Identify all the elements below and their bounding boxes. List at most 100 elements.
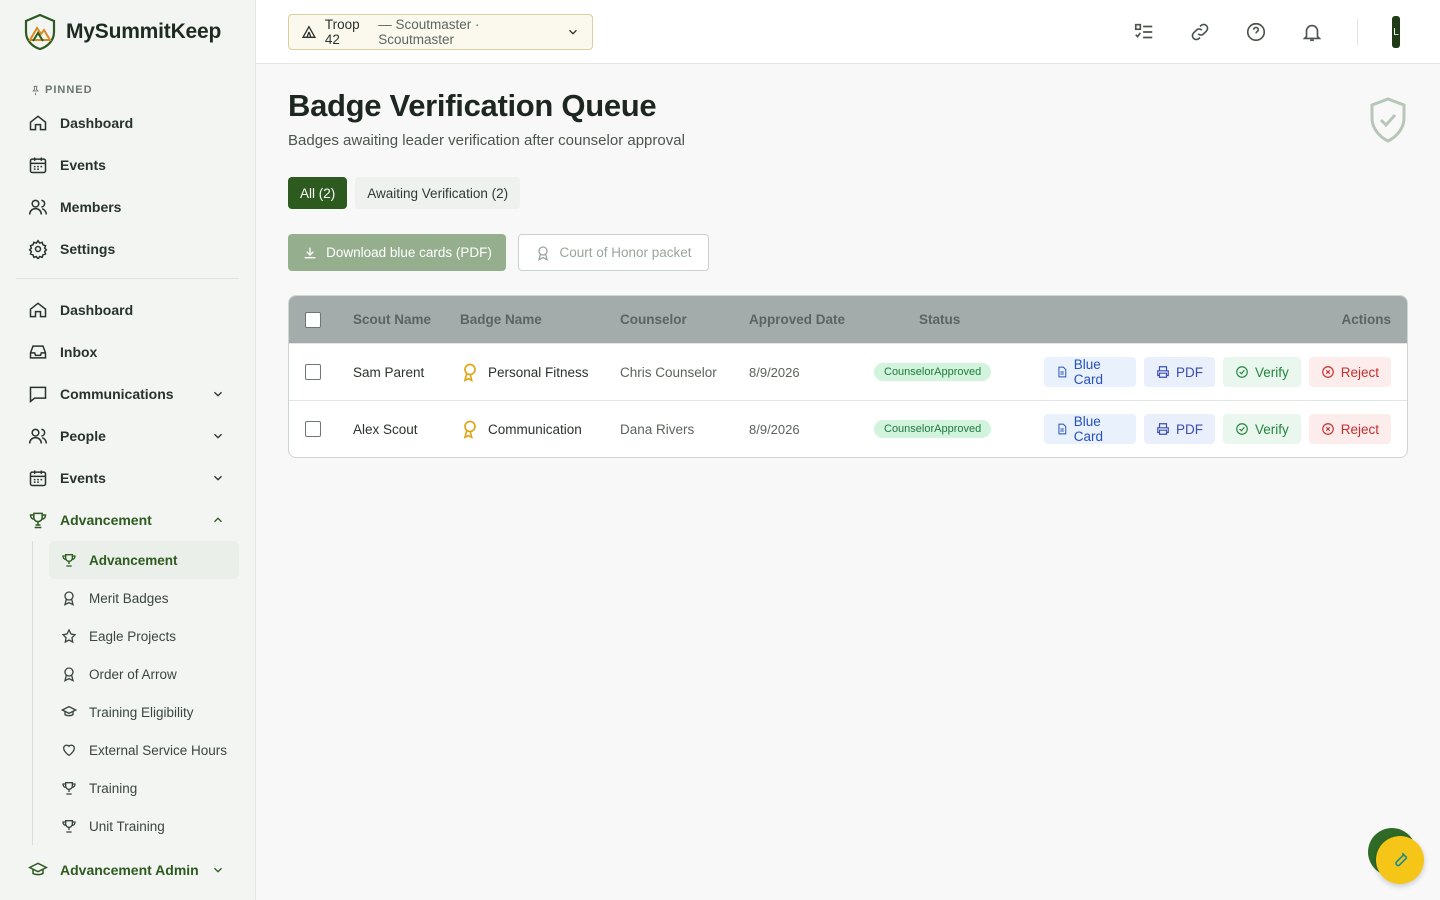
award-icon bbox=[463, 363, 476, 382]
row-actions: Blue Card PDF Verify Reject bbox=[1044, 357, 1407, 387]
topbar-separator bbox=[1357, 19, 1358, 45]
blue-card-button[interactable]: Blue Card bbox=[1044, 357, 1136, 387]
brand[interactable]: MySummitKeep bbox=[0, 0, 255, 64]
sidebar-divider bbox=[16, 278, 239, 279]
document-icon bbox=[1058, 423, 1067, 435]
verification-table: Scout Name Badge Name Counselor Approved… bbox=[288, 295, 1408, 458]
reject-button[interactable]: Reject bbox=[1308, 414, 1391, 444]
blue-card-button[interactable]: Blue Card bbox=[1044, 414, 1136, 444]
subnav-item-training[interactable]: Training bbox=[49, 769, 255, 807]
pinned-section-label: PINNED bbox=[0, 64, 255, 102]
tab-awaiting-verification[interactable]: Awaiting Verification (2) bbox=[355, 177, 521, 209]
pin-icon bbox=[32, 85, 39, 95]
court-of-honor-button[interactable]: Court of Honor packet bbox=[518, 234, 709, 271]
advancement-subnav: Advancement Merit Badges Eagle Projects … bbox=[32, 541, 255, 845]
subnav-item-advancement[interactable]: Advancement bbox=[49, 541, 239, 579]
row-checkbox[interactable] bbox=[305, 421, 321, 437]
pdf-button[interactable]: PDF bbox=[1143, 357, 1215, 387]
sidebar: MySummitKeep PINNED Dashboard Events Mem… bbox=[0, 0, 256, 900]
tab-all[interactable]: All (2) bbox=[288, 177, 348, 209]
row-select-cell bbox=[289, 364, 353, 380]
header-approved-date[interactable]: Approved Date bbox=[749, 312, 874, 327]
chevron-up-icon bbox=[214, 517, 222, 523]
download-icon bbox=[304, 247, 316, 258]
test-tube-fab[interactable] bbox=[1376, 836, 1424, 884]
sidebar-item-advancement[interactable]: Advancement bbox=[0, 499, 255, 541]
status-cell: CounselorApproved bbox=[874, 420, 1044, 438]
row-checkbox[interactable] bbox=[305, 364, 321, 380]
topbar: Troop 42 — Scoutmaster · Scoutmaster L bbox=[256, 0, 1440, 64]
verify-button[interactable]: Verify bbox=[1222, 414, 1301, 444]
header-scout-name[interactable]: Scout Name bbox=[353, 312, 460, 327]
subnav-item-external-service-hours[interactable]: External Service Hours bbox=[49, 731, 255, 769]
checklist-icon[interactable] bbox=[1133, 21, 1155, 43]
sidebar-item-dashboard[interactable]: Dashboard bbox=[0, 289, 255, 331]
subnav-item-training-eligibility[interactable]: Training Eligibility bbox=[49, 693, 255, 731]
page-title: Badge Verification Queue bbox=[288, 88, 657, 123]
subnav-item-eagle-projects[interactable]: Eagle Projects bbox=[49, 617, 255, 655]
main-content: Badge Verification Queue Badges awaiting… bbox=[288, 64, 1408, 458]
tent-icon bbox=[301, 25, 317, 38]
graduation-cap-icon bbox=[61, 705, 77, 717]
award-icon bbox=[463, 420, 476, 439]
summit-logo-icon bbox=[24, 14, 56, 50]
counselor-name: Dana Rivers bbox=[620, 421, 695, 437]
graduation-cap-icon bbox=[28, 862, 48, 876]
award-icon bbox=[64, 591, 74, 606]
x-circle-icon bbox=[1321, 423, 1334, 435]
counselor-name: Chris Counselor bbox=[620, 364, 717, 380]
troop-selector[interactable]: Troop 42 — Scoutmaster · Scoutmaster bbox=[288, 14, 593, 50]
approved-date: 8/9/2026 bbox=[749, 421, 800, 437]
chevron-down-icon bbox=[214, 867, 222, 873]
sidebar-item-people[interactable]: People bbox=[0, 415, 255, 457]
help-icon[interactable] bbox=[1245, 21, 1267, 43]
header-actions: Actions bbox=[1341, 312, 1391, 327]
calendar-icon bbox=[29, 470, 47, 487]
sidebar-item-events[interactable]: Events bbox=[0, 457, 255, 499]
home-icon bbox=[29, 302, 47, 318]
sidebar-item-communications[interactable]: Communications bbox=[0, 373, 255, 415]
download-blue-cards-button[interactable]: Download blue cards (PDF) bbox=[288, 234, 506, 271]
check-circle-icon bbox=[1236, 366, 1248, 378]
status-cell: CounselorApproved bbox=[874, 363, 1044, 381]
calendar-icon bbox=[29, 157, 47, 174]
chevron-down-icon bbox=[569, 29, 577, 35]
scout-name: Sam Parent bbox=[353, 364, 425, 380]
row-select-cell bbox=[289, 421, 353, 437]
header-status[interactable]: Status bbox=[874, 312, 1044, 327]
filter-tabs: All (2) Awaiting Verification (2) bbox=[288, 177, 1408, 209]
home-icon bbox=[29, 115, 47, 131]
select-all-cell bbox=[289, 311, 353, 328]
subnav-item-unit-training[interactable]: Unit Training bbox=[49, 807, 255, 845]
pdf-button[interactable]: PDF bbox=[1143, 414, 1215, 444]
gear-icon bbox=[28, 239, 48, 259]
trophy-icon bbox=[62, 782, 76, 795]
troop-name: Troop 42 bbox=[324, 17, 360, 47]
header-counselor[interactable]: Counselor bbox=[620, 312, 749, 327]
pinned-item-events[interactable]: Events bbox=[0, 144, 255, 186]
table-header: Scout Name Badge Name Counselor Approved… bbox=[289, 296, 1407, 343]
select-all-checkbox[interactable] bbox=[305, 311, 321, 328]
verify-button[interactable]: Verify bbox=[1222, 357, 1301, 387]
pinned-item-dashboard[interactable]: Dashboard bbox=[0, 102, 255, 144]
sidebar-item-advancement-admin[interactable]: Advancement Admin bbox=[0, 849, 255, 891]
subnav-item-order-of-arrow[interactable]: Order of Arrow bbox=[49, 655, 255, 693]
sidebar-item-inbox[interactable]: Inbox bbox=[0, 331, 255, 373]
link-icon[interactable] bbox=[1189, 21, 1211, 43]
chevron-down-icon bbox=[214, 391, 222, 397]
avatar[interactable]: L bbox=[1392, 16, 1400, 48]
status-badge: CounselorApproved bbox=[874, 363, 992, 381]
pinned-item-members[interactable]: Members bbox=[0, 186, 255, 228]
reject-button[interactable]: Reject bbox=[1308, 357, 1391, 387]
badge-name: Communication bbox=[488, 421, 582, 437]
pinned-item-settings[interactable]: Settings bbox=[0, 228, 255, 270]
row-actions: Blue Card PDF Verify Reject bbox=[1044, 414, 1407, 444]
award-icon bbox=[64, 667, 74, 682]
page-subtitle: Badges awaiting leader verification afte… bbox=[288, 132, 685, 149]
subnav-item-merit-badges[interactable]: Merit Badges bbox=[49, 579, 255, 617]
table-row: Sam Parent Personal Fitness Chris Counse… bbox=[289, 343, 1407, 400]
chevron-down-icon bbox=[214, 475, 222, 481]
bell-icon[interactable] bbox=[1301, 21, 1323, 43]
x-circle-icon bbox=[1321, 366, 1334, 378]
header-badge-name[interactable]: Badge Name bbox=[460, 312, 620, 327]
